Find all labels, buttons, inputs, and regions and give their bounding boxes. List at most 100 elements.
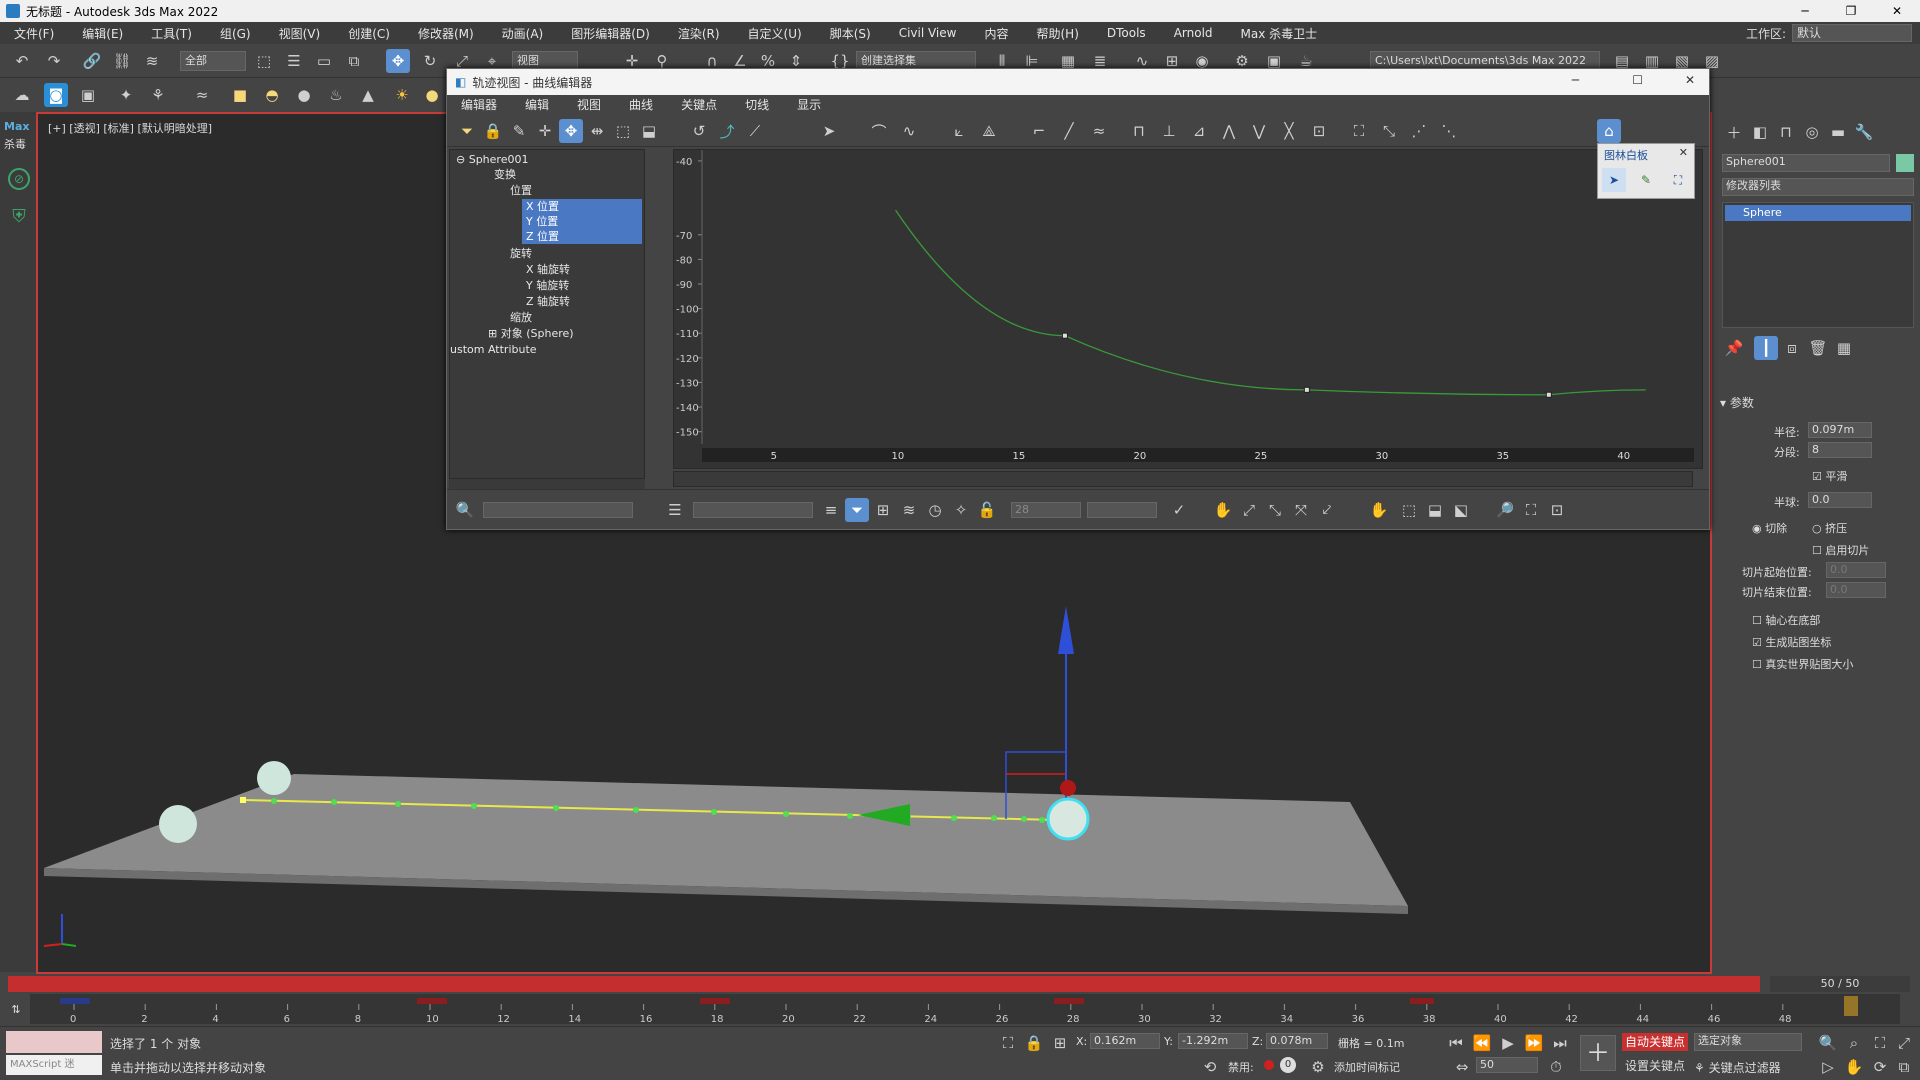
tv-menu-edit[interactable]: 编辑 [511, 95, 563, 115]
frame-field[interactable]: 28 [1011, 502, 1081, 518]
tv-menu-show[interactable]: 显示 [783, 95, 835, 115]
key-tangent-smooth-icon[interactable]: ≈ [1087, 119, 1111, 143]
zoom-icon[interactable]: 🔎 [1493, 498, 1517, 522]
tv-menu-view[interactable]: 视图 [563, 95, 615, 115]
y-coord-field[interactable]: -1.292m [1178, 1033, 1248, 1049]
object-search-field[interactable] [483, 502, 633, 518]
orbit-icon[interactable]: ⟳ [1868, 1055, 1892, 1079]
z-coord-field[interactable]: 0.078m [1266, 1033, 1328, 1049]
pan-view-icon[interactable]: ✋ [1842, 1055, 1866, 1079]
slide-keys-icon[interactable]: ⇹ [585, 119, 609, 143]
filter-keyable-icon[interactable]: 🔓 [975, 498, 999, 522]
cone-primitive-icon[interactable]: ▲ [356, 83, 380, 107]
chop-radio[interactable]: ◉ 切除 [1752, 520, 1787, 536]
time-tag-icon[interactable]: ⚙ [1306, 1055, 1330, 1079]
max-toggle-icon[interactable]: ⧉ [1892, 1055, 1916, 1079]
menu-rendering[interactable]: 渲染(R) [664, 25, 734, 42]
show-end-result-icon[interactable]: ┃ [1754, 336, 1778, 360]
gen-map-coords-checkbox[interactable]: ☑ 生成贴图坐标 [1752, 634, 1831, 650]
curve-editor-titlebar[interactable]: ◧ 轨迹视图 - 曲线编辑器 ─ ☐ ✕ [447, 69, 1709, 95]
tree-node-x-position[interactable]: X 位置 [522, 199, 642, 214]
add-time-tag[interactable]: 添加时间标记 [1334, 1059, 1400, 1075]
menu-help[interactable]: 帮助(H) [1022, 25, 1092, 42]
zoom-object-icon[interactable]: 🔍 [453, 498, 477, 522]
tree-node-z-position[interactable]: Z 位置 [522, 229, 642, 244]
tree-node-scale[interactable]: 缩放 [510, 310, 532, 325]
time-tag-toggle-icon[interactable]: 0 [1280, 1057, 1296, 1073]
stack-item-sphere[interactable]: Sphere [1725, 205, 1911, 221]
render-preset-icon[interactable]: ▣ [76, 83, 100, 107]
menu-create[interactable]: 创建(C) [334, 25, 404, 42]
track-bar[interactable]: 0 2 4 6 8 10 12 14 16 18 20 22 24 26 28 30 32 34 36 38 40 42 4… [30, 994, 1900, 1025]
selection-filter-dropdown[interactable]: 全部 [180, 51, 246, 71]
key-tangent-linear-icon[interactable]: ╱ [1057, 119, 1081, 143]
unlink-icon[interactable]: ⛓ [110, 49, 134, 73]
show-keyable-icon[interactable]: ✛ [533, 119, 557, 143]
key-tangent-spline-icon[interactable]: ∿ [897, 119, 921, 143]
modifier-list-dropdown[interactable]: 修改器列表 [1722, 178, 1914, 196]
base-to-pivot-checkbox[interactable]: ☐ 轴心在底部 [1752, 612, 1820, 628]
key-tangent-slow-icon[interactable]: ⟁ [977, 119, 1001, 143]
frame-selection-icon[interactable]: ⤡ [1377, 119, 1401, 143]
zoom-horizontal-icon[interactable]: ⤢ [1237, 498, 1261, 522]
adaptive-degradation-icon[interactable]: ⟲ [1198, 1055, 1222, 1079]
tree-node-position[interactable]: 位置 [510, 183, 532, 198]
bind-space-warp-icon[interactable]: ≋ [140, 49, 164, 73]
params-rollout-header[interactable]: ▾ 参数 [1720, 394, 1754, 411]
hierarchy-tab-icon[interactable]: ⊓ [1774, 120, 1798, 144]
frame-value-icon[interactable]: ⬓ [1423, 498, 1447, 522]
time-slider[interactable] [8, 976, 1760, 992]
lock-tangents-icon[interactable]: ⊿ [1187, 119, 1211, 143]
whiteboard-close-icon[interactable]: ✕ [1679, 146, 1688, 159]
key-mode-icon[interactable]: ⇔ [1450, 1055, 1474, 1079]
view-dropdown[interactable] [693, 502, 813, 518]
filter-selected-icon[interactable]: ⏷ [845, 498, 869, 522]
dome-primitive-icon[interactable]: ◓ [260, 83, 284, 107]
lock-selection-icon[interactable]: 🔒 [481, 119, 505, 143]
create-tab-icon[interactable]: ＋ [1722, 120, 1746, 144]
window-crossing-icon[interactable]: ⧉ [342, 49, 366, 73]
hand-pan-icon[interactable]: ✋ [1367, 498, 1391, 522]
filters-icon[interactable]: ⏷ [455, 119, 479, 143]
modify-tab-icon[interactable]: ◧ [1748, 120, 1772, 144]
prev-frame-icon[interactable]: ⏪ [1470, 1031, 1494, 1055]
slice-from-spinner[interactable]: 0.0 [1826, 562, 1886, 578]
maxscript-mini-listener[interactable]: MAXScript 迷 [6, 1055, 102, 1075]
render-active-icon[interactable]: ◙ [44, 83, 68, 107]
teapot-icon[interactable]: ☁ [10, 83, 34, 107]
maxscript-listener[interactable] [6, 1031, 102, 1053]
wind-icon[interactable]: ≈ [190, 83, 214, 107]
select-rotate-icon[interactable]: ↻ [418, 49, 442, 73]
frame-all-icon[interactable]: ⛶ [1347, 119, 1371, 143]
record-dot-icon[interactable] [1264, 1060, 1274, 1070]
select-tool-icon[interactable]: ➤ [817, 119, 841, 143]
unify-tangents-icon[interactable]: ╳ [1277, 119, 1301, 143]
tv-menu-editor[interactable]: 编辑器 [447, 95, 511, 115]
break-tangents-icon[interactable]: ⋁ [1247, 119, 1271, 143]
helper-icon[interactable]: ⚘ [146, 83, 170, 107]
filter-unlocked-icon[interactable]: ✧ [949, 498, 973, 522]
menu-max-antivirus[interactable]: Max 杀毒卫士 [1227, 25, 1332, 42]
goto-end-icon[interactable]: ⏭ [1548, 1031, 1572, 1055]
isolate-selection-icon[interactable]: ⛶ [996, 1031, 1020, 1055]
filter-controllers-icon[interactable]: ◷ [923, 498, 947, 522]
curve-graph[interactable]: -40 -70 -80 -90 -100 -110 -120 -130 -140 -150 5 10 1… [673, 149, 1703, 469]
tree-node-y-position[interactable]: Y 位置 [522, 214, 642, 229]
radius-spinner[interactable]: 0.097m [1808, 422, 1872, 438]
key-tangent-auto-icon[interactable]: ⌒ [867, 119, 891, 143]
minimize-button[interactable]: ─ [1782, 0, 1828, 22]
trackbar-toggle-icon[interactable]: ⇅ [4, 1000, 28, 1020]
filter-layers-icon[interactable]: ≋ [897, 498, 921, 522]
menu-animation[interactable]: 动画(A) [488, 25, 558, 42]
menu-scripting[interactable]: 脚本(S) [816, 25, 885, 42]
tv-minimize-button[interactable]: ─ [1572, 73, 1579, 87]
normalize-icon[interactable]: ⋀ [1217, 119, 1241, 143]
zoom-region-icon[interactable]: ⛶ [1519, 498, 1543, 522]
goto-start-icon[interactable]: ⏮ [1444, 1031, 1468, 1055]
close-button[interactable]: ✕ [1874, 0, 1920, 22]
whiteboard-pick-icon[interactable]: ➤ [1602, 168, 1626, 192]
tree-node-custom-attribute[interactable]: ustom Attribute [450, 342, 537, 357]
auto-key-button[interactable]: 自动关键点 [1622, 1033, 1688, 1051]
menu-dtools[interactable]: DTools [1093, 26, 1160, 40]
frame-horizontal-icon[interactable]: ⬚ [1397, 498, 1421, 522]
